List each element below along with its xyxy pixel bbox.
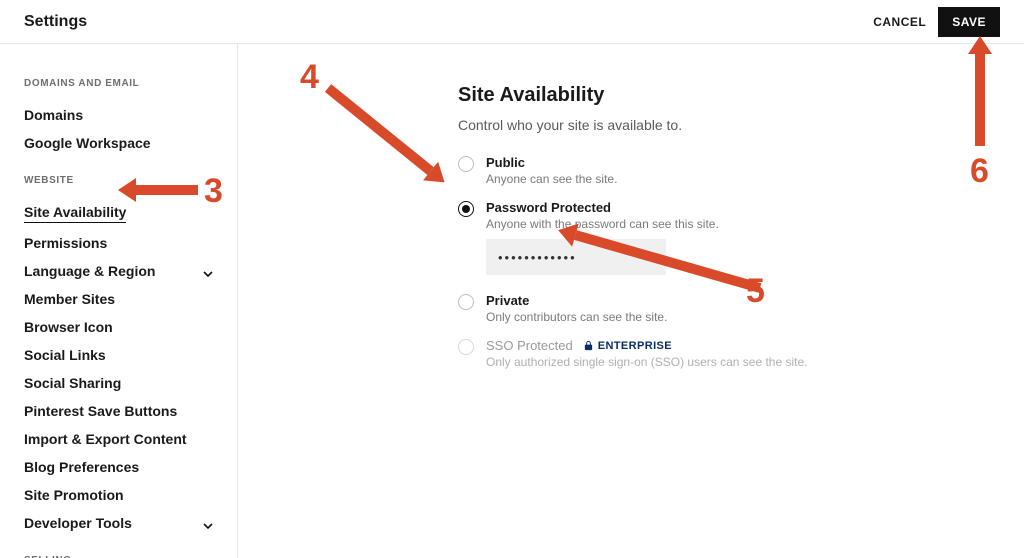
panel-title: Site Availability: [458, 84, 976, 107]
sidebar-item-import-export-content[interactable]: Import & Export Content: [24, 425, 237, 453]
sidebar-item-developer-tools[interactable]: Developer Tools: [24, 509, 237, 537]
option-sso-desc: Only authorized single sign-on (SSO) use…: [486, 355, 976, 369]
option-public[interactable]: Public Anyone can see the site.: [458, 155, 976, 186]
option-sso-title: SSO Protected: [486, 338, 573, 353]
sidebar-item-domains[interactable]: Domains: [24, 101, 237, 129]
sidebar-section-domains-and-email: DOMAINS AND EMAIL: [24, 78, 237, 89]
radio-password-protected[interactable]: [458, 201, 474, 217]
option-password-desc: Anyone with the password can see this si…: [486, 217, 976, 231]
option-public-desc: Anyone can see the site.: [486, 172, 976, 186]
option-private-desc: Only contributors can see the site.: [486, 310, 976, 324]
radio-private[interactable]: [458, 294, 474, 310]
top-actions: CANCEL SAVE: [873, 7, 1000, 37]
sidebar-item-social-links[interactable]: Social Links: [24, 341, 237, 369]
radio-public[interactable]: [458, 156, 474, 172]
option-private[interactable]: Private Only contributors can see the si…: [458, 293, 976, 324]
sidebar-item-language-region[interactable]: Language & Region: [24, 257, 237, 285]
chevron-down-icon: [203, 266, 213, 276]
sidebar-item-blog-preferences[interactable]: Blog Preferences: [24, 453, 237, 481]
option-private-title: Private: [486, 293, 976, 308]
option-sso-protected: SSO Protected ENTERPRISE Only authorized…: [458, 338, 976, 369]
chevron-down-icon: [203, 518, 213, 528]
sidebar-section-website: WEBSITE: [24, 175, 237, 186]
panel-subtitle: Control who your site is available to.: [458, 117, 976, 133]
sidebar-item-browser-icon[interactable]: Browser Icon: [24, 313, 237, 341]
save-button[interactable]: SAVE: [938, 7, 1000, 37]
top-bar: Settings CANCEL SAVE: [0, 0, 1024, 44]
sidebar-item-site-promotion[interactable]: Site Promotion: [24, 481, 237, 509]
sidebar-item-permissions[interactable]: Permissions: [24, 229, 237, 257]
sidebar-item-member-sites[interactable]: Member Sites: [24, 285, 237, 313]
option-password-title: Password Protected: [486, 200, 976, 215]
main-panel: Site Availability Control who your site …: [238, 44, 1024, 558]
sidebar-item-social-sharing[interactable]: Social Sharing: [24, 369, 237, 397]
option-password-protected[interactable]: Password Protected Anyone with the passw…: [458, 200, 976, 279]
sidebar-item-site-availability[interactable]: Site Availability: [24, 198, 237, 229]
cancel-button[interactable]: CANCEL: [873, 15, 926, 29]
radio-sso-protected: [458, 339, 474, 355]
sidebar-item-google-workspace[interactable]: Google Workspace: [24, 129, 237, 157]
sidebar: DOMAINS AND EMAIL Domains Google Workspa…: [0, 44, 238, 558]
lock-icon: [583, 340, 594, 351]
sidebar-item-pinterest-save-buttons[interactable]: Pinterest Save Buttons: [24, 397, 237, 425]
password-input[interactable]: [486, 239, 666, 275]
page-title: Settings: [24, 13, 87, 31]
option-public-title: Public: [486, 155, 976, 170]
enterprise-badge: ENTERPRISE: [583, 340, 672, 352]
